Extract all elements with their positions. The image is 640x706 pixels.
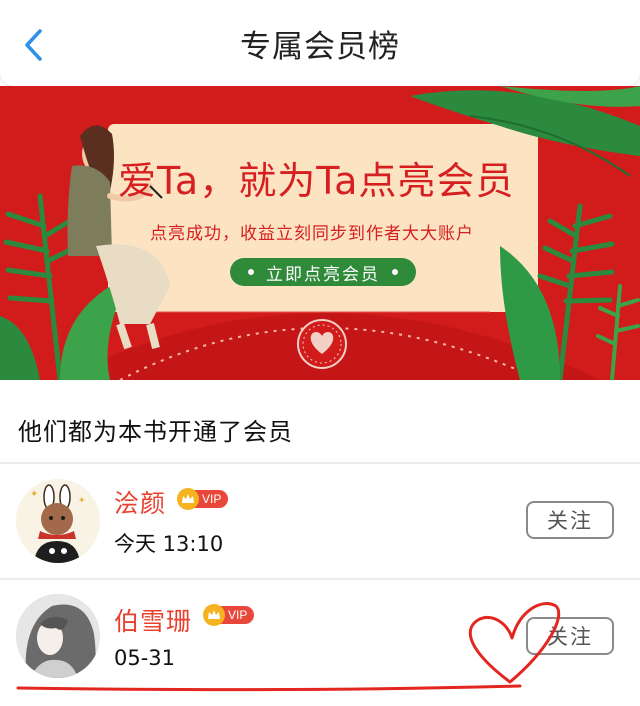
member-time: 05-31 [114, 646, 176, 670]
vip-badge: VIP [177, 488, 229, 510]
member-time: 今天 13:10 [114, 532, 224, 556]
light-up-membership-button[interactable]: 立即点亮会员 [230, 258, 416, 286]
back-button[interactable] [18, 28, 52, 62]
follow-button[interactable]: 关注 [526, 501, 614, 539]
top-nav-bar: 专属会员榜 [0, 0, 640, 86]
follow-button[interactable]: 关注 [526, 617, 614, 655]
list-item: ✦ ✦ 浍颜 VIP 今天 13:10 关注 [0, 464, 640, 578]
avatar[interactable] [16, 594, 100, 678]
portrait-avatar-icon [16, 594, 100, 678]
crown-icon [177, 488, 199, 510]
banner-headline: 爱Ta，就为Ta点亮会员 [118, 159, 515, 203]
section-title: 他们都为本书开通了会员 [18, 418, 293, 446]
promo-banner[interactable]: 爱Ta，就为Ta点亮会员 点亮成功，收益立刻同步到作者大大账户 立即点亮会员 [0, 86, 640, 380]
crown-icon [203, 604, 225, 626]
svg-text:✦: ✦ [78, 496, 86, 506]
member-name[interactable]: 伯雪珊 [114, 602, 192, 638]
banner-subtitle: 点亮成功，收益立刻同步到作者大大账户 [150, 224, 474, 244]
chevron-left-icon [25, 29, 42, 61]
member-name[interactable]: 浍颜 [114, 484, 166, 520]
svg-text:✦: ✦ [30, 489, 38, 500]
list-item: 伯雪珊 VIP 05-31 关注 [0, 580, 640, 694]
avatar[interactable]: ✦ ✦ [16, 479, 100, 563]
light-up-membership-label: 立即点亮会员 [266, 264, 380, 285]
page-title: 专属会员榜 [240, 28, 400, 65]
vip-badge: VIP [203, 604, 255, 626]
bunny-avatar-icon: ✦ ✦ [16, 479, 100, 563]
